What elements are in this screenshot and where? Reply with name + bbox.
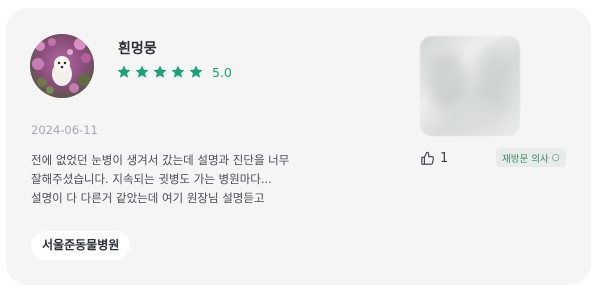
like-count: 1 xyxy=(440,150,449,166)
review-text[interactable]: 전에 없었던 눈병이 생겨서 갔는데 설명과 진단을 너무 잘해주셨습니다. 지… xyxy=(31,151,341,208)
revisit-badge-label: 재방문 의사 xyxy=(502,153,549,165)
star-icon xyxy=(116,64,132,80)
photo-blur xyxy=(450,98,500,126)
thumbs-up-icon xyxy=(420,151,435,166)
circle-check-icon: ○ xyxy=(551,152,560,163)
star-icon xyxy=(170,64,186,80)
star-icon xyxy=(152,64,168,80)
star-icon xyxy=(134,64,150,80)
revisit-badge: 재방문 의사 ○ xyxy=(496,148,566,167)
rating-value: 5.0 xyxy=(212,64,232,80)
username: 흰멍뭉 xyxy=(118,41,157,57)
like-button[interactable]: 1 xyxy=(420,149,448,167)
review-photo[interactable] xyxy=(420,36,520,136)
user-avatar xyxy=(30,34,94,98)
hospital-chip[interactable]: 서울준동물병원 xyxy=(31,231,131,260)
star-icon xyxy=(188,64,204,80)
review-card: 흰멍뭉 5.0 2024-06-11 전에 없었던 눈병이 생겨서 갔는데 설명… xyxy=(6,8,591,285)
avatar-image xyxy=(30,34,94,98)
rating: 5.0 xyxy=(116,63,232,81)
review-date: 2024-06-11 xyxy=(31,123,98,137)
